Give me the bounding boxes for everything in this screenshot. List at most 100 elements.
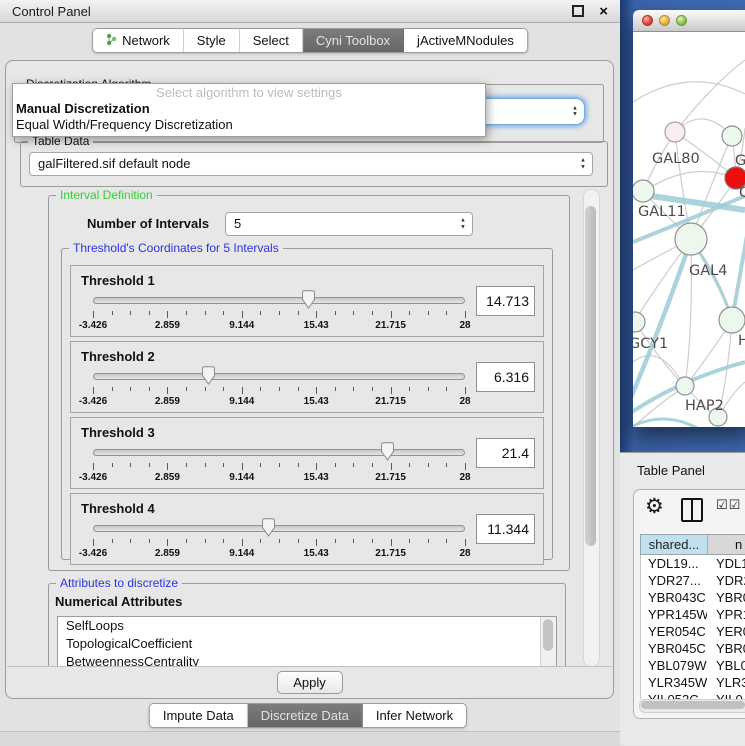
slider-tick [167, 539, 168, 546]
settings-gear-icon[interactable]: ⚙ [645, 494, 664, 518]
attributes-list-scrollbar[interactable] [540, 617, 556, 667]
cell-name[interactable]: YBR0 [707, 640, 745, 657]
interval-definition-label: Interval Definition [56, 188, 157, 202]
slider-track[interactable] [93, 525, 465, 532]
minimize-traffic-light-icon[interactable] [659, 15, 670, 26]
threshold-value-field[interactable]: 6.316 [476, 362, 535, 392]
cell-name[interactable]: YPR1 [707, 606, 745, 623]
tab-infer-network[interactable]: Infer Network [363, 704, 466, 727]
table-row[interactable]: YIL052CYIL0 [641, 691, 745, 699]
threshold-slider[interactable]: -3.4262.8599.14415.4321.71528 [93, 442, 465, 484]
attributes-list-scroll-thumb[interactable] [543, 619, 553, 651]
network-canvas[interactable]: GAL80GAGAL11GGAL4GCY1HHAP2 [633, 32, 745, 427]
slider-tick [372, 311, 373, 315]
table-row[interactable]: YLR345WYLR3 [641, 674, 745, 691]
cell-shared-name[interactable]: YBR045C [641, 640, 707, 657]
slider-tick [223, 387, 224, 391]
cell-name[interactable]: YBL0 [707, 657, 745, 674]
column-layout-icon[interactable] [681, 498, 703, 522]
node-label: GAL4 [689, 263, 727, 279]
slider-tick [298, 387, 299, 391]
cell-name[interactable]: YER0 [707, 623, 745, 640]
cell-shared-name[interactable]: YER054C [641, 623, 707, 640]
network-node-pink[interactable] [665, 122, 685, 142]
cell-name[interactable]: YBR0 [707, 589, 745, 606]
column-header-shared-name[interactable]: shared... [641, 535, 708, 554]
checkbox-icons[interactable]: ☑☑ [716, 498, 741, 513]
tab-discretize-data[interactable]: Discretize Data [248, 704, 363, 727]
slider-thumb[interactable] [261, 518, 276, 537]
slider-tick [428, 311, 429, 315]
column-header-name[interactable]: n [708, 535, 745, 554]
table-row[interactable]: YDL19...YDL1 [641, 555, 745, 572]
table-row[interactable]: YBR043CYBR0 [641, 589, 745, 606]
network-node-green[interactable] [633, 312, 645, 332]
popup-option-equal-width[interactable]: Equal Width/Frequency Discretization [13, 117, 485, 133]
tab-jactivemnodules[interactable]: jActiveMNodules [404, 29, 527, 52]
cell-shared-name[interactable]: YPR145W [641, 606, 707, 623]
cell-name[interactable]: YIL0 [707, 691, 745, 699]
network-node-green[interactable] [675, 223, 707, 255]
threshold-slider[interactable]: -3.4262.8599.14415.4321.71528 [93, 366, 465, 408]
attribute-list-item[interactable]: SelfLoops [58, 617, 556, 635]
tab-style[interactable]: Style [184, 29, 240, 52]
network-node-green[interactable] [676, 377, 694, 395]
popup-option-manual[interactable]: Manual Discretization [13, 101, 485, 117]
network-node-green[interactable] [719, 307, 745, 333]
slider-tick-label: 28 [459, 320, 470, 331]
slider-track[interactable] [93, 373, 465, 380]
number-of-intervals-combo[interactable]: 5 ▲▼ [225, 212, 473, 236]
panel-vertical-scrollbar[interactable] [583, 189, 600, 667]
cell-shared-name[interactable]: YLR345W [641, 674, 707, 691]
table-row[interactable]: YPR145WYPR1 [641, 606, 745, 623]
cell-name[interactable]: YDL1 [707, 555, 745, 572]
table-row[interactable]: YDR27...YDR2 [641, 572, 745, 589]
network-node-green[interactable] [633, 180, 654, 202]
cell-name[interactable]: YLR3 [707, 674, 745, 691]
slider-thumb[interactable] [301, 290, 316, 309]
threshold-value-field[interactable]: 14.713 [476, 286, 535, 316]
table-row[interactable]: YBR045CYBR0 [641, 640, 745, 657]
table-row[interactable]: YER054CYER0 [641, 623, 745, 640]
slider-thumb[interactable] [201, 366, 216, 385]
cell-name[interactable]: YDR2 [707, 572, 745, 589]
slider-thumb[interactable] [380, 442, 395, 461]
slider-tick [167, 463, 168, 470]
tab-select[interactable]: Select [240, 29, 303, 52]
network-graph[interactable]: GAL80GAGAL11GGAL4GCY1HHAP2 [633, 32, 745, 427]
cell-shared-name[interactable]: YIL052C [641, 691, 707, 699]
close-icon[interactable]: × [599, 4, 608, 19]
table-hscroll-thumb[interactable] [641, 701, 745, 709]
threshold-box-4: Threshold 411.344-3.4262.8599.14415.4321… [70, 493, 544, 565]
slider-tick [391, 387, 392, 394]
table-row[interactable]: YBL079WYBL0 [641, 657, 745, 674]
cell-shared-name[interactable]: YDL19... [641, 555, 707, 572]
attribute-list-item[interactable]: BetweennessCentrality [58, 653, 556, 667]
zoom-traffic-light-icon[interactable] [676, 15, 687, 26]
panel-scroll-thumb[interactable] [585, 206, 596, 546]
threshold-slider[interactable]: -3.4262.8599.14415.4321.71528 [93, 290, 465, 332]
tab-network[interactable]: Network [93, 29, 184, 52]
tab-cyni-toolbox[interactable]: Cyni Toolbox [303, 29, 404, 52]
slider-tick [260, 387, 261, 391]
slider-track[interactable] [93, 449, 465, 456]
threshold-slider[interactable]: -3.4262.8599.14415.4321.71528 [93, 518, 465, 560]
cell-shared-name[interactable]: YBL079W [641, 657, 707, 674]
attribute-list-item[interactable]: TopologicalCoefficient [58, 635, 556, 653]
slider-tick [112, 539, 113, 543]
float-window-icon[interactable] [572, 5, 584, 17]
table-header-row: shared... n [640, 534, 745, 555]
threshold-value-field[interactable]: 11.344 [476, 514, 535, 544]
slider-tick [279, 463, 280, 467]
cell-shared-name[interactable]: YBR043C [641, 589, 707, 606]
apply-button[interactable]: Apply [277, 671, 343, 694]
table-horizontal-scrollbar[interactable] [639, 699, 745, 713]
cell-shared-name[interactable]: YDR27... [641, 572, 707, 589]
close-traffic-light-icon[interactable] [642, 15, 653, 26]
network-node-green[interactable] [722, 126, 742, 146]
table-data-combo[interactable]: galFiltered.sif default node ▲▼ [29, 152, 593, 176]
tab-label: Cyni Toolbox [316, 33, 390, 48]
threshold-value-field[interactable]: 21.4 [476, 438, 535, 468]
slider-track[interactable] [93, 297, 465, 304]
tab-impute-data[interactable]: Impute Data [150, 704, 248, 727]
